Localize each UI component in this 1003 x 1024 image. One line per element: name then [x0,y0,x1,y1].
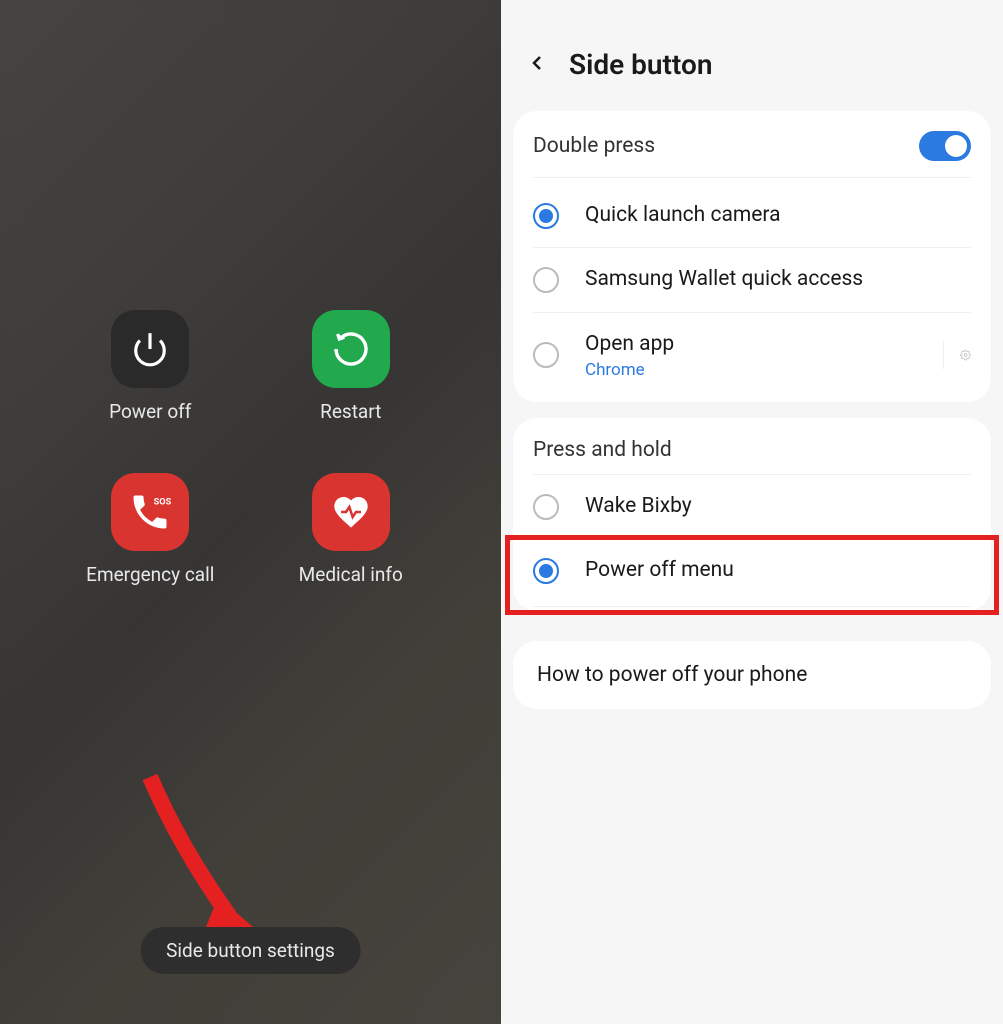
header: Side button [501,8,1003,111]
option-quick-launch-camera[interactable]: Quick launch camera [533,184,971,248]
restart-label: Restart [320,400,381,423]
radio-open-app[interactable] [533,342,559,368]
label-quick-launch-camera: Quick launch camera [585,202,971,229]
option-open-app[interactable]: Open app Chrome [533,313,971,398]
double-press-toggle[interactable] [919,131,971,161]
sublabel-open-app: Chrome [585,360,933,380]
press-and-hold-title: Press and hold [533,424,971,475]
radio-power-off-menu[interactable] [533,558,559,584]
medical-info-label: Medical info [299,563,403,586]
label-wake-bixby: Wake Bixby [585,493,971,520]
power-off-button[interactable]: Power off [70,310,231,423]
side-button-settings-screen: Side button Double press Quick launch ca… [501,0,1003,1024]
power-options-grid: Power off Restart SOS Emergency call [0,310,501,586]
power-off-label: Power off [109,400,191,423]
restart-icon [312,310,390,388]
heart-icon [312,473,390,551]
restart-button[interactable]: Restart [271,310,432,423]
double-press-section: Double press Quick launch camera Samsung… [513,111,991,402]
how-to-power-off-row[interactable]: How to power off your phone [513,641,991,709]
double-press-title: Double press [533,134,655,158]
page-title: Side button [569,48,712,81]
sos-phone-icon: SOS [111,473,189,551]
option-wake-bixby[interactable]: Wake Bixby [533,475,971,539]
side-button-settings-button[interactable]: Side button settings [140,927,361,974]
option-power-off-menu[interactable]: Power off menu [533,539,971,607]
power-menu-overlay: Power off Restart SOS Emergency call [0,0,501,1024]
power-icon [111,310,189,388]
double-press-header: Double press [533,131,971,178]
press-and-hold-section: Press and hold Wake Bixby Power off menu [513,418,991,612]
side-button-settings-label: Side button settings [166,939,335,962]
radio-quick-launch-camera[interactable] [533,203,559,229]
radio-samsung-wallet[interactable] [533,267,559,293]
back-icon[interactable] [525,51,553,79]
how-to-power-off-label: How to power off your phone [537,663,807,687]
label-samsung-wallet: Samsung Wallet quick access [585,266,971,293]
medical-info-button[interactable]: Medical info [271,473,432,586]
emergency-call-button[interactable]: SOS Emergency call [70,473,231,586]
label-power-off-menu: Power off menu [585,557,971,584]
radio-wake-bixby[interactable] [533,494,559,520]
label-open-app: Open app [585,331,933,358]
svg-text:SOS: SOS [154,498,172,508]
emergency-call-label: Emergency call [86,563,214,586]
gear-icon[interactable] [943,341,971,369]
option-samsung-wallet[interactable]: Samsung Wallet quick access [533,248,971,312]
